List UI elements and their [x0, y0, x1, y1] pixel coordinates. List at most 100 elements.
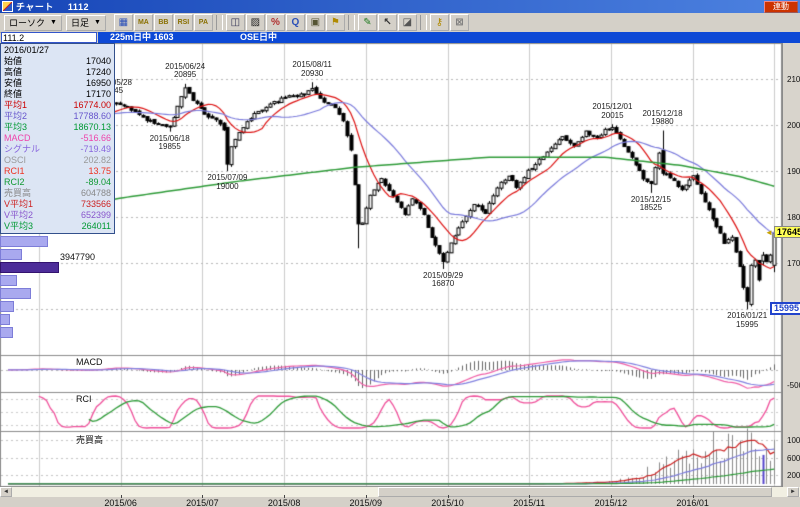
flag-icon[interactable]: ⚑ [325, 14, 345, 31]
bb-indicator-icon[interactable]: BB [153, 14, 173, 31]
compare-icon[interactable]: % [265, 14, 285, 31]
chart-window: チャート 1112 連動 ローソク ▼ 日足 ▼ ▦ MA BB RSI PA ◫ ▨% Q ▣ ⚑… [0, 0, 800, 507]
info-row: MACD -516.66 [1, 133, 114, 144]
window-title-text: チャート [16, 2, 54, 12]
low-price-tag: 15995 [770, 302, 800, 315]
info-row: シグナル -719.49 [1, 144, 114, 155]
info-row: RCI1 13.75 [1, 166, 114, 177]
chart-annotation: 2015/07/09 19000 [207, 173, 248, 191]
last-price-value: 17645 [773, 226, 800, 238]
time-axis-tick [529, 495, 531, 498]
pencil-icon[interactable]: ✎ [357, 14, 377, 31]
chart-area[interactable]: 2016/01/27 始値 17040 高値 17240 安値 16950 終値 17170 平… [0, 43, 782, 487]
info-row: 平均2 17788.60 [1, 111, 114, 122]
info-row-value: 652399 [80, 210, 111, 220]
time-axis-label: 2015/08 [267, 498, 301, 507]
price-axis: 21000 20000 19000 18000 17000 -500 1000000 6000… [782, 43, 800, 487]
info-row-value: 604788 [80, 188, 111, 198]
time-axis-tick [120, 495, 122, 498]
scroll-right-button[interactable]: ► [787, 487, 799, 497]
scrollbar-thumb[interactable] [378, 487, 772, 497]
macd-panel-label: MACD [76, 357, 103, 367]
info-row: RCI2 -89.04 [1, 177, 114, 188]
symbol-input[interactable] [1, 32, 97, 43]
window-icon [2, 1, 13, 12]
toolbar: ローソク ▼ 日足 ▼ ▦ MA BB RSI PA ◫ ▨% Q ▣ ⚑ ✎ ↖ ◪ ⚷ ⊠ [0, 13, 800, 33]
chart-annotation: 2015/06/24 20895 [165, 61, 206, 80]
time-axis-label: 2015/12 [594, 498, 628, 507]
info-row-value: 13.75 [88, 166, 111, 176]
scroll-left-button[interactable]: ◄ [0, 487, 12, 497]
info-row-label: 平均3 [4, 122, 28, 132]
link-toggle-button[interactable]: 連動 [764, 1, 798, 13]
chart-annotation: 2015/12/18 19880 [642, 108, 683, 127]
info-row: 平均1 16774.00 [1, 100, 114, 111]
cursor-icon[interactable]: ↖ [377, 14, 397, 31]
info-row-label: RCI1 [4, 166, 25, 176]
pa-indicator-icon[interactable]: PA [193, 14, 213, 31]
price-axis-label: 17000 [787, 259, 800, 268]
volume-panel-label: 売買高 [76, 435, 104, 445]
vap-bar [0, 288, 31, 299]
info-row-value: 16950 [85, 78, 111, 88]
volume-axis-label: 600000 [787, 453, 800, 463]
price-axis-label: 20000 [787, 121, 800, 130]
info-row: 高値 17240 [1, 67, 114, 78]
info-row-label: 始値 [4, 56, 23, 66]
info-row-value: -89.04 [85, 177, 111, 187]
chart-annotation: 2015/06/18 19855 [149, 133, 190, 152]
time-axis-label: 2015/10 [431, 498, 464, 507]
info-row-label: 高値 [4, 67, 23, 77]
chart-type-label: ローソク [9, 18, 46, 28]
quote-info-panel: 2016/01/27 始値 17040 高値 17240 安値 16950 終値 17170 平… [0, 43, 115, 234]
info-row-label: V平均2 [4, 210, 34, 220]
info-row-label: V平均1 [4, 199, 34, 209]
info-row: 終値 17170 [1, 89, 114, 100]
info-row-value: 202.82 [83, 155, 111, 165]
chart-grid-icon[interactable]: ▦ [113, 14, 133, 31]
instrument-bar: 225m日中 1603 OSE日中 [98, 32, 800, 43]
toolbar-separator [347, 15, 355, 30]
instrument-label: 225m日中 1603 [110, 32, 174, 42]
period-dropdown[interactable]: 日足 ▼ [65, 14, 106, 31]
no-draw-icon[interactable]: ⊠ [449, 14, 469, 31]
ma-indicator-icon[interactable]: MA [133, 14, 153, 31]
info-row: V平均3 264011 [1, 221, 114, 232]
toolbar-separator [419, 15, 427, 30]
chevron-down-icon: ▼ [50, 19, 57, 26]
info-row-label: 平均2 [4, 111, 28, 121]
price-axis-label: 18000 [787, 213, 800, 222]
key-icon[interactable]: ⚷ [429, 14, 449, 31]
info-row: 始値 17040 [1, 56, 114, 67]
time-axis-tick [692, 495, 694, 498]
eraser-icon[interactable]: ◪ [397, 14, 417, 31]
info-row: V平均1 733566 [1, 199, 114, 210]
info-row-value: 18670.13 [73, 122, 111, 132]
vap-bar [0, 327, 13, 338]
time-axis-label: 2015/09 [349, 498, 383, 507]
dark-chart-icon[interactable]: ▨ [245, 14, 265, 31]
chart-annotation: 2015/08/11 20930 [292, 60, 332, 78]
chart-annotation: 2015/09/29 16870 [423, 270, 464, 289]
rsi-indicator-icon[interactable]: RSI [173, 14, 193, 31]
time-axis-label: 2015/11 [513, 498, 546, 507]
quote-date: 2016/01/27 [4, 45, 50, 55]
title-bar[interactable]: チャート 1112 連動 [0, 0, 800, 13]
volume-axis-label: 200000 [787, 471, 800, 481]
toolbar-icons: ▦ MA BB RSI PA ◫ ▨% Q ▣ ⚑ ✎ ↖ ◪ ⚷ ⊠ [113, 14, 469, 31]
chart-annotation: 2015/12/01 20015 [592, 102, 633, 120]
vap-bar [0, 236, 48, 247]
time-axis-tick [610, 495, 612, 498]
frame-layout-icon[interactable]: ◫ [225, 14, 245, 31]
vap-bar [0, 314, 10, 325]
zoom-icon[interactable]: Q [285, 14, 305, 31]
info-row-value: 17040 [85, 56, 111, 66]
time-axis-label: 2016/01 [676, 498, 709, 507]
info-row-label: 売買高 [4, 188, 32, 198]
info-row-value: 733566 [80, 199, 111, 209]
info-row-label: MACD [4, 133, 31, 143]
info-row-value: -516.66 [80, 133, 111, 143]
session-label: OSE日中 [240, 32, 278, 42]
chart-type-dropdown[interactable]: ローソク ▼ [4, 14, 62, 31]
snapshot-icon[interactable]: ▣ [305, 14, 325, 31]
